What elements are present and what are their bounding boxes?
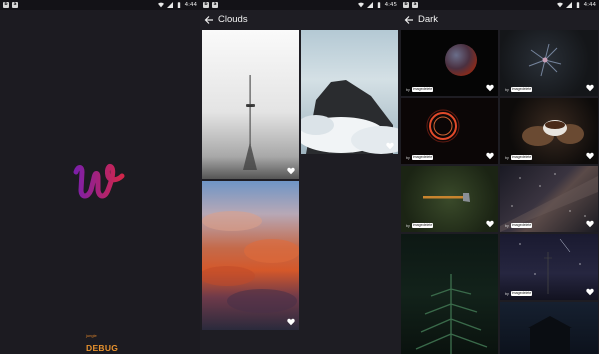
notification-icon: a (12, 2, 18, 8)
favorite-heart-icon[interactable] (586, 152, 594, 160)
notification-icon: b (3, 2, 9, 8)
clouds-screen: b a 4:45 Clouds (200, 0, 400, 354)
sunset-clouds-image (202, 211, 299, 313)
signal-icon (166, 1, 173, 8)
app-bar: Dark (400, 10, 599, 29)
page-title: Clouds (218, 14, 248, 25)
wallpaper-tile-mountain[interactable] (301, 30, 398, 154)
wallpaper-tile-axe[interactable]: by imagedelete (401, 166, 498, 232)
status-time: 4:45 (384, 1, 397, 8)
debug-badge-label: DEBUG (86, 343, 119, 353)
credit-name[interactable]: imagedelete (411, 223, 434, 228)
signal-icon (565, 1, 572, 8)
notification-icon: a (412, 2, 418, 8)
debug-badge-small: jungle (86, 333, 97, 338)
battery-icon (177, 1, 180, 8)
favorite-heart-icon[interactable] (586, 84, 594, 92)
notification-icon: b (403, 2, 409, 8)
debug-badge: jungle DEBUG (86, 334, 118, 354)
favorite-heart-icon[interactable] (287, 318, 295, 326)
favorite-heart-icon[interactable] (386, 142, 394, 150)
signal-icon (366, 1, 373, 8)
status-time: 4:44 (583, 1, 596, 8)
credit-name[interactable]: imagedelete (411, 155, 434, 160)
night-house-image (528, 316, 572, 354)
photo-credit: by imagedelete (505, 155, 533, 160)
favorite-heart-icon[interactable] (486, 84, 494, 92)
favorite-heart-icon[interactable] (287, 167, 295, 175)
notification-icon: a (212, 2, 218, 8)
favorite-heart-icon[interactable] (586, 220, 594, 228)
wifi-icon (556, 2, 563, 7)
wallpaper-tile-sunset[interactable] (202, 181, 299, 330)
photo-credit: by imagedelete (505, 87, 533, 92)
favorite-heart-icon[interactable] (586, 288, 594, 296)
battery-icon (576, 1, 579, 8)
app-logo (73, 163, 125, 199)
favorite-heart-icon[interactable] (486, 220, 494, 228)
wallpaper-tile-flower[interactable]: by imagedelete (500, 30, 598, 96)
wallpaper-tile-light-ring[interactable]: by imagedelete (401, 98, 498, 164)
credit-name[interactable]: imagedelete (510, 291, 533, 296)
wallpaper-tile-moon[interactable]: by imagedelete (401, 30, 498, 96)
wallpaper-tile-milky-way[interactable]: by imagedelete (500, 166, 598, 232)
back-arrow-icon[interactable] (404, 15, 414, 25)
wallpaper-tile-cup[interactable]: by imagedelete (500, 98, 598, 164)
wifi-icon (357, 2, 364, 7)
status-bar: b a 4:44 (400, 0, 599, 10)
credit-name[interactable]: imagedelete (411, 87, 434, 92)
app-bar: Clouds (200, 10, 400, 29)
splash-screen: b a 4:44 jungle DEBUG (0, 0, 200, 354)
wallpaper-tile-cn-tower[interactable] (202, 30, 299, 179)
status-time: 4:44 (184, 1, 197, 8)
page-title: Dark (418, 14, 439, 25)
notification-icon: b (203, 2, 209, 8)
dark-screen: b a 4:44 Dark by imagedelete by imagedelet… (400, 0, 599, 354)
wallpaper-tile-star-trails[interactable]: by imagedelete (500, 234, 598, 300)
pine-image (415, 274, 488, 354)
photo-credit: by imagedelete (505, 223, 533, 228)
photo-credit: by imagedelete (406, 223, 434, 228)
photo-credit: by imagedelete (406, 87, 434, 92)
wifi-icon (157, 2, 164, 7)
cn-tower-image (243, 75, 257, 170)
battery-icon (377, 1, 380, 8)
status-bar: b a 4:44 (0, 0, 200, 10)
photo-credit: by imagedelete (505, 291, 533, 296)
photo-credit: by imagedelete (406, 155, 434, 160)
favorite-heart-icon[interactable] (486, 152, 494, 160)
credit-name[interactable]: imagedelete (510, 87, 533, 92)
credit-name[interactable]: imagedelete (510, 155, 533, 160)
status-bar: b a 4:45 (200, 0, 400, 10)
mountain-image (301, 80, 398, 154)
back-arrow-icon[interactable] (204, 15, 214, 25)
wallpaper-tile-night-house[interactable] (500, 302, 598, 354)
credit-name[interactable]: imagedelete (510, 223, 533, 228)
wallpaper-tile-pine[interactable] (401, 234, 498, 354)
